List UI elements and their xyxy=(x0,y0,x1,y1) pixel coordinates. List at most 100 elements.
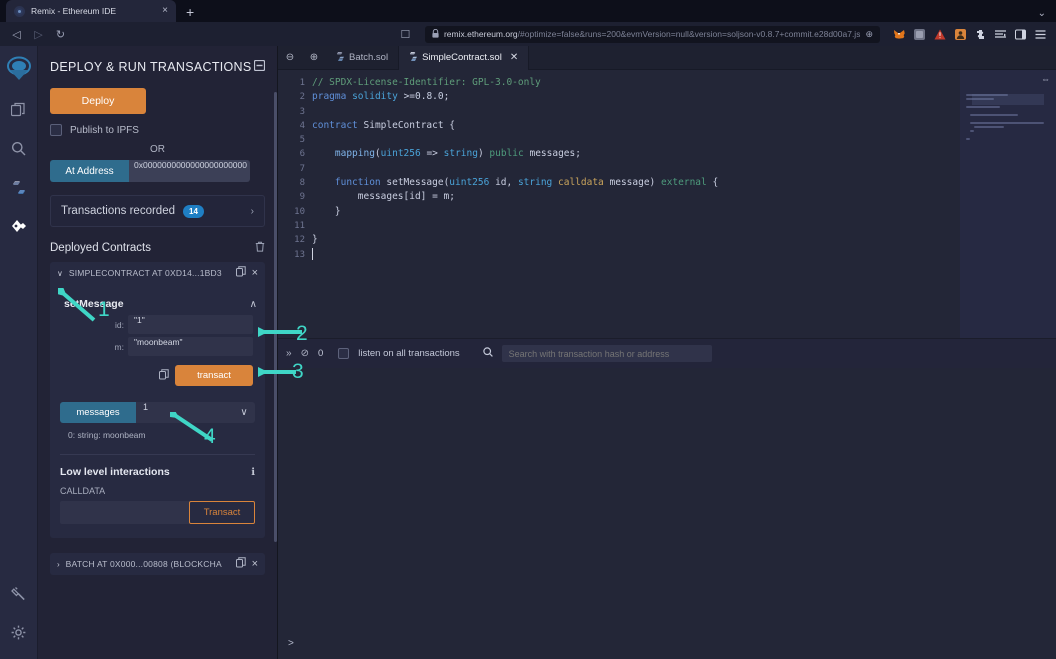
sidebar-icon[interactable] xyxy=(1015,29,1026,40)
account-icon[interactable] xyxy=(955,28,966,40)
remove-contract-icon[interactable]: × xyxy=(252,267,258,279)
remix-app: DEPLOY & RUN TRANSACTIONS Deploy Publish… xyxy=(0,45,1056,659)
editor-tab-label: Batch.sol xyxy=(349,52,389,63)
file-explorer-icon[interactable] xyxy=(4,94,34,124)
settings-gear-icon[interactable] xyxy=(4,617,34,647)
publish-ipfs-checkbox[interactable] xyxy=(50,124,62,136)
editor-tab-simplecontract[interactable]: SimpleContract.sol ✕ xyxy=(399,45,530,70)
url-domain: remix.ethereum.org xyxy=(443,29,518,39)
transact-row: transact xyxy=(50,356,265,386)
transactions-recorded-badge: 14 xyxy=(183,204,204,218)
getter-messages-input[interactable]: 1 xyxy=(136,402,233,423)
copy-calldata-icon[interactable] xyxy=(159,368,169,383)
param-input-m[interactable]: "moonbeam" xyxy=(128,337,253,356)
chevron-right-icon[interactable]: › xyxy=(251,206,254,217)
solidity-compiler-icon[interactable] xyxy=(4,172,34,202)
editor-zoom-out-icon[interactable]: ⊖ xyxy=(278,52,302,63)
code-editor[interactable]: 1 2 3 4 5 6 7 8 9 10 11 12 13 // SPDX-Li… xyxy=(278,70,1056,338)
url-path: /#optimize=false&runs=200&evmVersion=nul… xyxy=(517,29,861,39)
code-content[interactable]: // SPDX-License-Identifier: GPL-3.0-only… xyxy=(312,70,1056,338)
annotation-number-4: 4 xyxy=(204,425,216,448)
terminal-clear-icon[interactable]: ⊘ xyxy=(301,348,309,359)
editor-tab-label: SimpleContract.sol xyxy=(422,52,502,63)
copy-batch-address-icon[interactable] xyxy=(235,557,246,571)
panel-scrollbar[interactable] xyxy=(274,92,277,542)
deploy-and-run-icon[interactable] xyxy=(4,211,34,241)
low-level-transact-button[interactable]: Transact xyxy=(189,501,255,524)
new-tab-button[interactable]: + xyxy=(186,4,194,20)
menu-icon[interactable] xyxy=(1035,29,1046,40)
batch-expand-caret[interactable]: › xyxy=(57,560,60,569)
function-collapse-caret[interactable]: ∧ xyxy=(250,299,257,310)
deploy-button[interactable]: Deploy xyxy=(50,88,146,114)
line-number: 9 xyxy=(299,192,305,203)
line-number: 1 xyxy=(299,78,305,88)
terminal-search-input[interactable] xyxy=(501,345,712,362)
editor-zoom-in-icon[interactable]: ⊕ xyxy=(302,52,326,63)
browser-tab-close-icon[interactable]: × xyxy=(162,6,168,16)
warning-triangle-icon[interactable] xyxy=(934,29,946,40)
browser-chrome: Remix - Ethereum IDE × + ⌄ ◁ ▷ ↻ ☐ remix… xyxy=(0,0,1056,46)
metamask-icon[interactable] xyxy=(893,29,905,40)
editor-tabbar: ⊖ ⊕ Batch.sol SimpleContract.sol ✕ xyxy=(278,45,1056,70)
panel-header: DEPLOY & RUN TRANSACTIONS xyxy=(38,46,277,84)
reload-icon[interactable]: ↻ xyxy=(54,28,67,41)
extensions-puzzle-icon[interactable] xyxy=(975,29,986,40)
contract-collapse-caret[interactable]: ∨ xyxy=(57,269,63,278)
low-level-interactions-section: Low level interactions ℹ CALLDATA Transa… xyxy=(60,454,255,524)
search-icon[interactable] xyxy=(4,133,34,163)
batch-card-header[interactable]: › BATCH AT 0X000...00808 (BLOCKCHA × xyxy=(50,553,265,575)
at-address-button[interactable]: At Address xyxy=(50,160,129,182)
address-bar-text: remix.ethereum.org/#optimize=false&runs=… xyxy=(444,29,861,39)
remix-logo-icon[interactable] xyxy=(5,54,33,82)
contract-card-header[interactable]: ∨ SIMPLECONTRACT AT 0XD14...1BD3 × xyxy=(50,262,265,284)
address-bar[interactable]: remix.ethereum.org/#optimize=false&runs=… xyxy=(424,25,880,43)
getter-messages-button[interactable]: messages xyxy=(60,402,136,423)
solidity-file-icon xyxy=(336,52,344,63)
clear-deployed-contracts-icon[interactable] xyxy=(255,241,265,255)
editor-tab-close-icon[interactable]: ✕ xyxy=(510,52,518,63)
listen-all-transactions-checkbox[interactable] xyxy=(338,348,350,359)
code-line-1: // SPDX-License-Identifier: GPL-3.0-only xyxy=(312,77,541,88)
bookmark-icon[interactable]: ☐ xyxy=(399,28,412,41)
copy-address-icon[interactable] xyxy=(235,266,246,280)
extension-badge-icon[interactable] xyxy=(914,28,925,40)
panel-docs-icon[interactable] xyxy=(253,59,266,74)
terminal-search-icon[interactable] xyxy=(482,347,493,360)
pending-transactions-count: 0 xyxy=(317,348,324,359)
minimap-collapse-icon[interactable]: ⇔ xyxy=(1041,74,1050,84)
calldata-input[interactable] xyxy=(60,501,189,524)
reading-list-icon[interactable] xyxy=(995,29,1006,40)
listen-all-transactions-label: listen on all transactions xyxy=(358,348,460,359)
param-label-m: m: xyxy=(114,341,124,352)
editor-tab-batch[interactable]: Batch.sol xyxy=(326,45,400,70)
getter-expand-caret[interactable]: ∨ xyxy=(233,402,255,423)
calldata-row: Transact xyxy=(60,501,255,524)
at-address-input[interactable]: 0x0000000000000000000000 xyxy=(129,160,250,182)
plugin-manager-icon[interactable] xyxy=(4,578,34,608)
page-zoom-icon[interactable]: ⊕ xyxy=(865,29,873,40)
terminal-output[interactable]: > xyxy=(278,368,1056,659)
param-input-id[interactable]: "1" xyxy=(128,315,253,334)
code-line-4: contract SimpleContract { xyxy=(312,119,456,131)
transact-button[interactable]: transact xyxy=(175,365,253,386)
browser-tab-title: Remix - Ethereum IDE xyxy=(31,6,117,16)
transactions-recorded-row[interactable]: Transactions recorded 14 › xyxy=(50,195,265,227)
browser-tab-remix[interactable]: Remix - Ethereum IDE × xyxy=(6,0,176,22)
terminal-collapse-icon[interactable]: » xyxy=(286,348,292,359)
line-number-gutter: 1 2 3 4 5 6 7 8 9 10 11 12 13 xyxy=(278,70,312,338)
info-icon[interactable]: ℹ xyxy=(251,467,255,478)
list-all-tabs-icon[interactable]: ⌄ xyxy=(1038,8,1046,19)
publish-ipfs-label: Publish to IPFS xyxy=(70,124,139,136)
editor-minimap[interactable]: ⇔ xyxy=(960,70,1056,338)
batch-name-address: BATCH AT 0X000...00808 (BLOCKCHA xyxy=(65,559,222,569)
annotation-number-1: 1 xyxy=(98,298,110,321)
forward-icon[interactable]: ▷ xyxy=(32,28,45,41)
line-number: 13 xyxy=(294,249,305,260)
annotation-number-3: 3 xyxy=(292,360,304,383)
remove-batch-icon[interactable]: × xyxy=(252,558,258,570)
line-number: 12 xyxy=(294,235,305,246)
back-icon[interactable]: ◁ xyxy=(10,28,23,41)
